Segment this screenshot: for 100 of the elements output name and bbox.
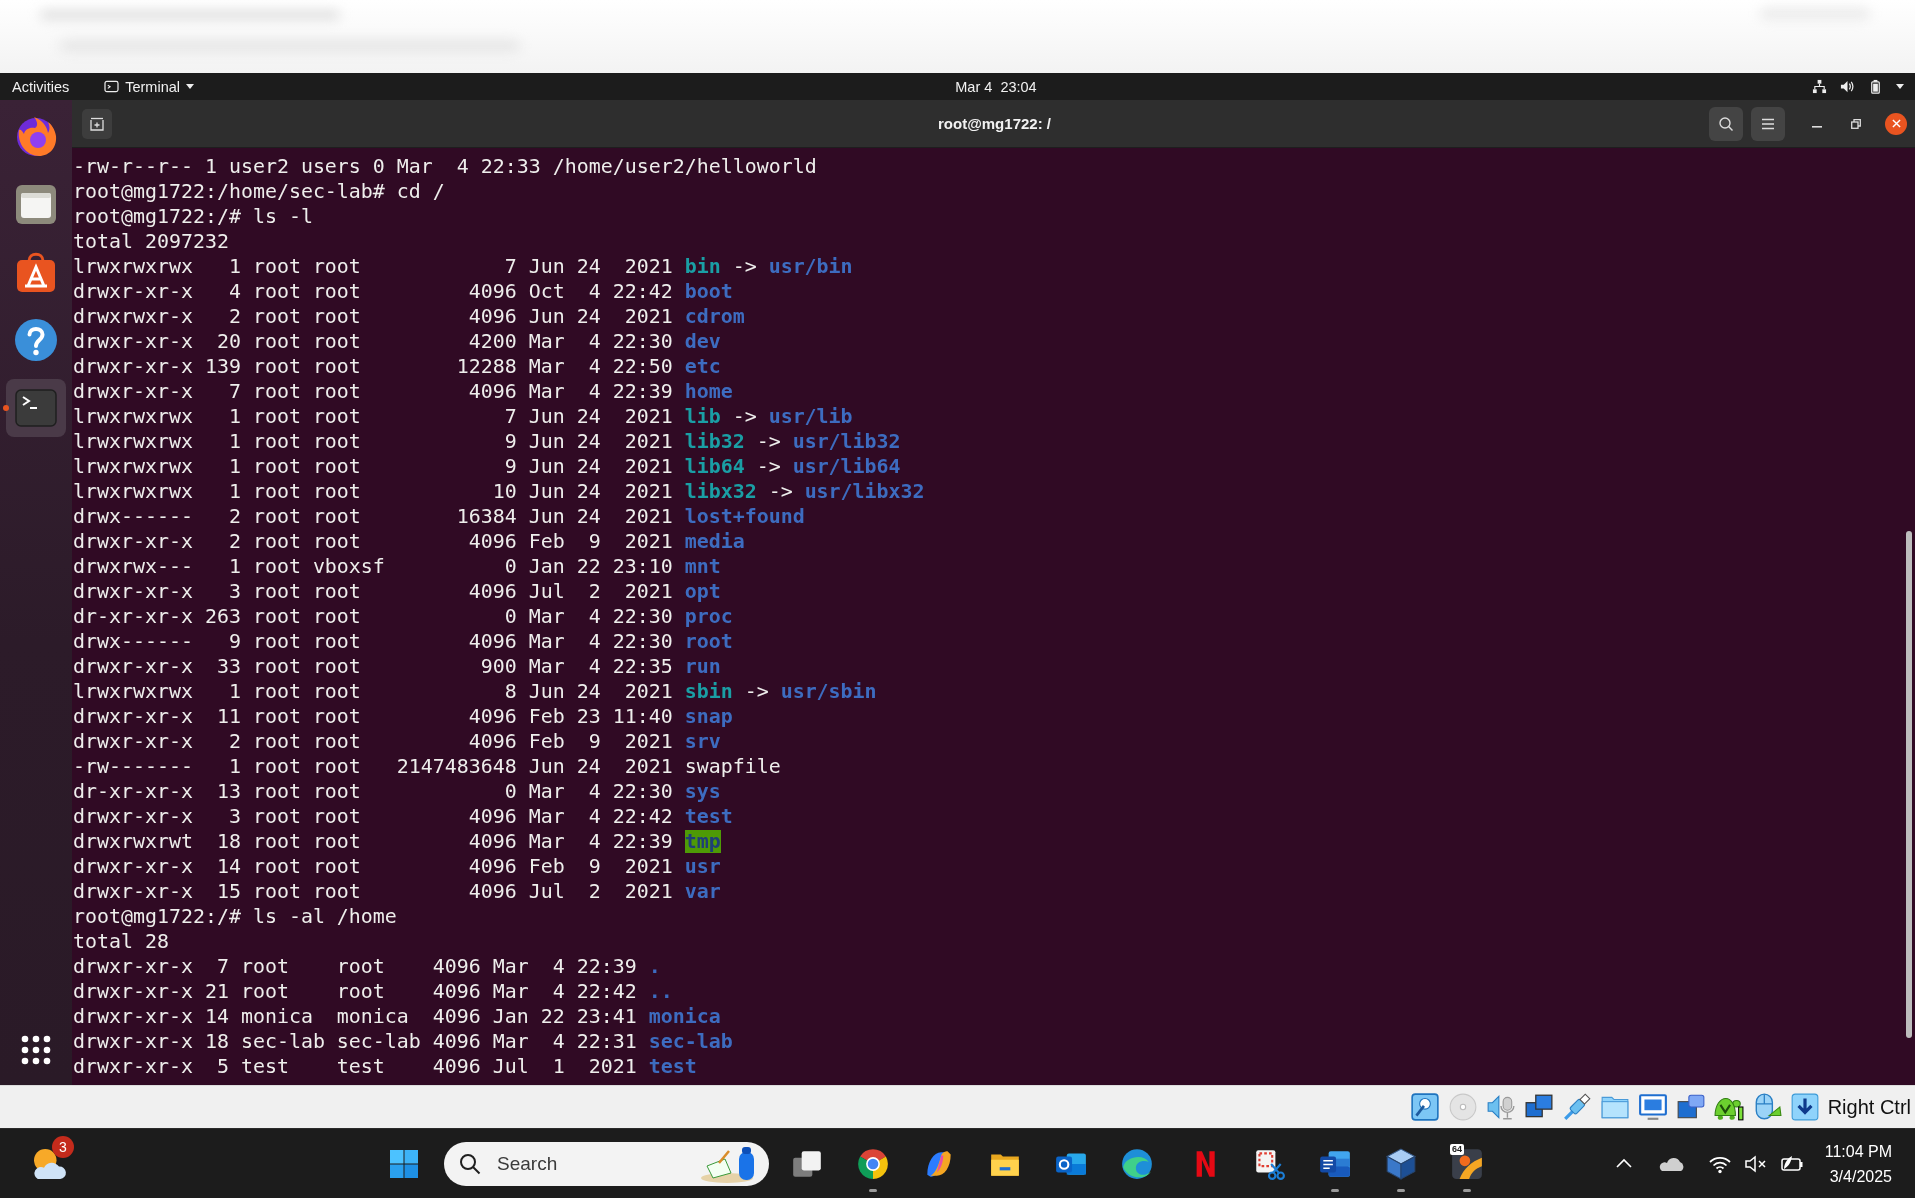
new-tab-button[interactable] bbox=[82, 108, 112, 139]
battery-icon[interactable] bbox=[1778, 1153, 1805, 1174]
link-arrow: -> bbox=[756, 430, 781, 453]
file-details: drwxr-xr-x 15 root root 4096 Jul 2 2021 bbox=[73, 880, 673, 903]
file-details: drwxr-xr-x 2 root root 4096 Feb 9 2021 bbox=[73, 530, 673, 553]
file-details: drwx------ 9 root root 4096 Mar 4 22:30 bbox=[73, 630, 673, 653]
close-button[interactable] bbox=[1885, 112, 1907, 135]
terminal-line: -rw-r--r-- 1 user2 users 0 Mar 4 22:33 /home/user2/helloworld bbox=[73, 154, 817, 179]
terminal-line: root@mg1722:/# ls -al /home bbox=[73, 904, 397, 929]
file-details: lrwxrwxrwx 1 root root 9 Jun 24 2021 bbox=[73, 430, 673, 453]
directory-name: opt bbox=[684, 580, 721, 603]
directory-name: tmp bbox=[684, 830, 721, 853]
directory-name: dev bbox=[684, 330, 721, 353]
directory-name: proc bbox=[684, 605, 733, 628]
file-details: drwxr-xr-x 14 monica monica 4096 Jan 22 23:41 bbox=[73, 1005, 637, 1028]
directory-name: mnt bbox=[684, 555, 721, 578]
symlink-name: lib64 bbox=[684, 455, 745, 478]
link-target: usr/lib32 bbox=[792, 430, 901, 453]
terminal-line: root@mg1722:/# ls -l bbox=[73, 204, 313, 229]
link-target: usr/lib bbox=[768, 405, 853, 428]
terminal-line: total 28 bbox=[73, 929, 169, 954]
file-details: drwxr-xr-x 3 root root 4096 Jul 2 2021 bbox=[73, 580, 673, 603]
monitor-icon[interactable] bbox=[1637, 1092, 1668, 1122]
directory-name: test bbox=[648, 1055, 697, 1078]
file-details: drwxr-xr-x 3 root root 4096 Mar 4 22:42 bbox=[73, 805, 673, 828]
link-arrow: -> bbox=[768, 480, 793, 503]
network-icon bbox=[1812, 79, 1827, 94]
file-details: lrwxrwxrwx 1 root root 7 Jun 24 2021 bbox=[73, 405, 673, 428]
file-details: drwxrwxr-x 2 root root 4096 Jun 24 2021 bbox=[73, 305, 673, 328]
symlink-name: bin bbox=[684, 255, 721, 278]
file-details: drwxr-xr-x 14 root root 4096 Feb 9 2021 bbox=[73, 855, 673, 878]
directory-name: monica bbox=[648, 1005, 721, 1028]
search-field[interactable]: Search bbox=[444, 1141, 769, 1186]
directory-name: srv bbox=[684, 730, 721, 753]
help-icon bbox=[12, 316, 60, 364]
file-name: swapfile bbox=[684, 755, 781, 778]
link-arrow: -> bbox=[744, 680, 769, 703]
file-details: drwxrwxrwt 18 root root 4096 Mar 4 22:39 bbox=[73, 830, 673, 853]
file-details: drwxr-xr-x 4 root root 4096 Oct 4 22:42 bbox=[73, 280, 673, 303]
directory-name: lost+found bbox=[684, 505, 805, 528]
terminal-line: total 2097232 bbox=[73, 229, 229, 254]
directory-name: run bbox=[684, 655, 721, 678]
window-title: root@mg1722: / bbox=[938, 115, 1051, 132]
link-target: usr/sbin bbox=[780, 680, 877, 703]
file-details: drwxr-xr-x 5 test test 4096 Jul 1 2021 bbox=[73, 1055, 637, 1078]
directory-name: boot bbox=[684, 280, 733, 303]
search-button[interactable] bbox=[1709, 106, 1743, 141]
swirl-icon bbox=[1120, 1146, 1154, 1181]
tab-plus-icon bbox=[89, 115, 105, 132]
file-details: drwxr-xr-x 139 root root 12288 Mar 4 22:50 bbox=[73, 355, 673, 378]
directory-name: sec-lab bbox=[648, 1030, 733, 1053]
volume-icon bbox=[1840, 79, 1855, 94]
symlink-name: sbin bbox=[684, 680, 733, 703]
file-details: dr-xr-xr-x 13 root root 0 Mar 4 22:30 bbox=[73, 780, 673, 803]
symlink-name: lib bbox=[684, 405, 721, 428]
notification-badge: 3 bbox=[52, 1135, 74, 1158]
version-badge: 64 bbox=[1450, 1143, 1464, 1155]
file-details: lrwxrwxrwx 1 root root 7 Jun 24 2021 bbox=[73, 255, 673, 278]
file-details: -rw------- 1 root root 2147483648 Jun 24 2021 bbox=[73, 755, 673, 778]
directory-name: root bbox=[684, 630, 733, 653]
search-icon bbox=[1718, 115, 1734, 132]
clock-time: 11:04 PM bbox=[1824, 1141, 1892, 1162]
symlink-name: lib32 bbox=[684, 430, 745, 453]
caret-icon bbox=[1896, 84, 1904, 89]
cube-icon bbox=[1384, 1146, 1418, 1181]
scrollbar-thumb[interactable] bbox=[1906, 531, 1912, 1038]
clock-button[interactable]: Mar 4 23:04 bbox=[946, 73, 1046, 100]
directory-name: sys bbox=[684, 780, 721, 803]
directory-name: snap bbox=[684, 705, 733, 728]
speaker-mic-icon[interactable] bbox=[1485, 1092, 1516, 1122]
directory-name: cdrom bbox=[684, 305, 745, 328]
file-details: drwxr-xr-x 11 root root 4096 Feb 23 11:40 bbox=[73, 705, 673, 728]
directory-name: etc bbox=[684, 355, 721, 378]
directory-name: .. bbox=[648, 980, 673, 1003]
directory-name: home bbox=[684, 380, 733, 403]
file-details: drwxr-xr-x 2 root root 4096 Feb 9 2021 bbox=[73, 730, 673, 753]
grid-icon bbox=[21, 1035, 51, 1065]
usb-plug-icon[interactable] bbox=[1561, 1092, 1592, 1122]
tiles-icon bbox=[388, 1147, 420, 1180]
search-icon bbox=[459, 1152, 481, 1175]
activities-button[interactable]: Activities bbox=[0, 73, 82, 100]
link-target: usr/libx32 bbox=[804, 480, 925, 503]
file-details: lrwxrwxrwx 1 root root 9 Jun 24 2021 bbox=[73, 455, 673, 478]
restore-icon bbox=[1851, 118, 1861, 129]
link-arrow: -> bbox=[756, 455, 781, 478]
menu-button[interactable] bbox=[1751, 106, 1785, 141]
app-menu-button[interactable]: Terminal bbox=[104, 73, 194, 100]
file-details: drwxr-xr-x 20 root root 4200 Mar 4 22:30 bbox=[73, 330, 673, 353]
link-target: usr/lib64 bbox=[792, 455, 901, 478]
file-details: drwxr-xr-x 18 sec-lab sec-lab 4096 Mar 4 22:31 bbox=[73, 1030, 637, 1053]
link-target: usr/bin bbox=[768, 255, 853, 278]
directory-name: usr bbox=[684, 855, 721, 878]
symlink-name: libx32 bbox=[684, 480, 757, 503]
muted-speaker-icon[interactable] bbox=[1743, 1153, 1768, 1174]
file-details: drwxr-xr-x 33 root root 900 Mar 4 22:35 bbox=[73, 655, 673, 678]
file-details: lrwxrwxrwx 1 root root 8 Jun 24 2021 bbox=[73, 680, 673, 703]
caret-icon bbox=[186, 84, 194, 89]
file-details: dr-xr-xr-x 263 root root 0 Mar 4 22:30 bbox=[73, 605, 673, 628]
file-details: drwxr-xr-x 7 root root 4096 Mar 4 22:39 bbox=[73, 955, 637, 978]
file-details: drwxr-xr-x 7 root root 4096 Mar 4 22:39 bbox=[73, 380, 673, 403]
